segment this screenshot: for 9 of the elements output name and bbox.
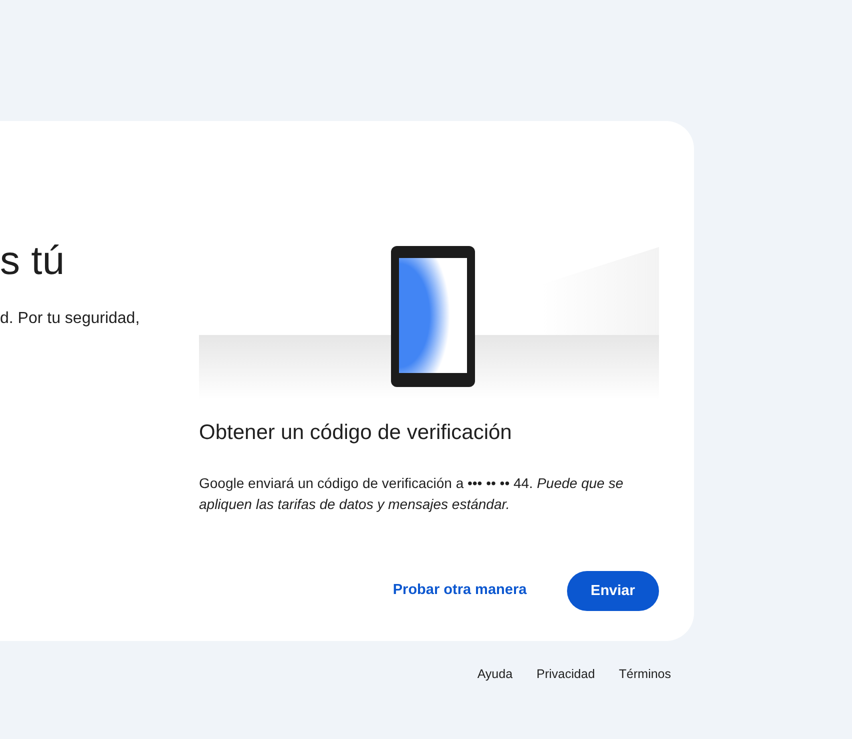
method-title: Obtener un código de verificación — [199, 420, 513, 446]
footer-link[interactable]: Privacidad — [528, 663, 603, 686]
method-description: Google enviará un código de verificación a ••• •• •• 44. Puede que se apliquen las tarifas de datos y mensajes estándar. — [199, 474, 624, 514]
page-heading: s tú — [0, 238, 66, 285]
footer-link[interactable]: Ayuda — [469, 663, 521, 686]
footer-link[interactable]: Términos — [610, 663, 679, 686]
intro-text: d. Por tu seguridad, — [0, 309, 141, 329]
try-another-way-button[interactable]: Probar otra manera — [376, 570, 543, 612]
send-button[interactable]: Enviar — [566, 571, 659, 612]
